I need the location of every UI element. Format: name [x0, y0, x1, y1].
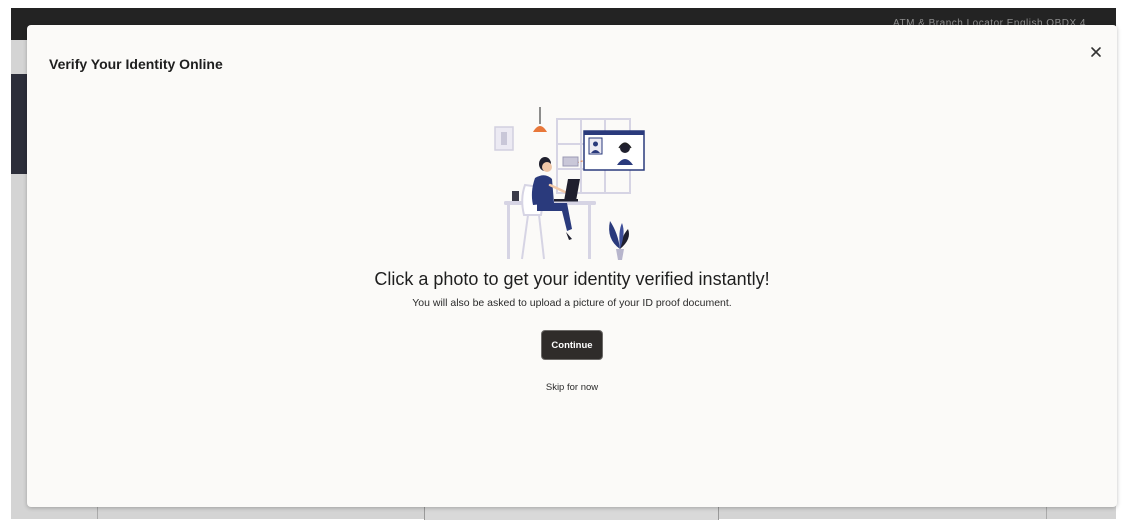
background-field [424, 506, 719, 520]
modal-title: Verify Your Identity Online [49, 56, 223, 72]
close-button[interactable] [1089, 45, 1103, 59]
continue-button[interactable]: Continue [541, 330, 603, 360]
verify-identity-modal: Verify Your Identity Online Click a phot… [27, 25, 1117, 507]
headline: Click a photo to get your identity verif… [374, 269, 770, 289]
skip-for-now-link[interactable]: Skip for now [27, 382, 1117, 393]
close-icon [1091, 47, 1101, 57]
subtext: You will also be asked to upload a pictu… [412, 297, 732, 309]
video-kyc-illustration [494, 107, 645, 260]
